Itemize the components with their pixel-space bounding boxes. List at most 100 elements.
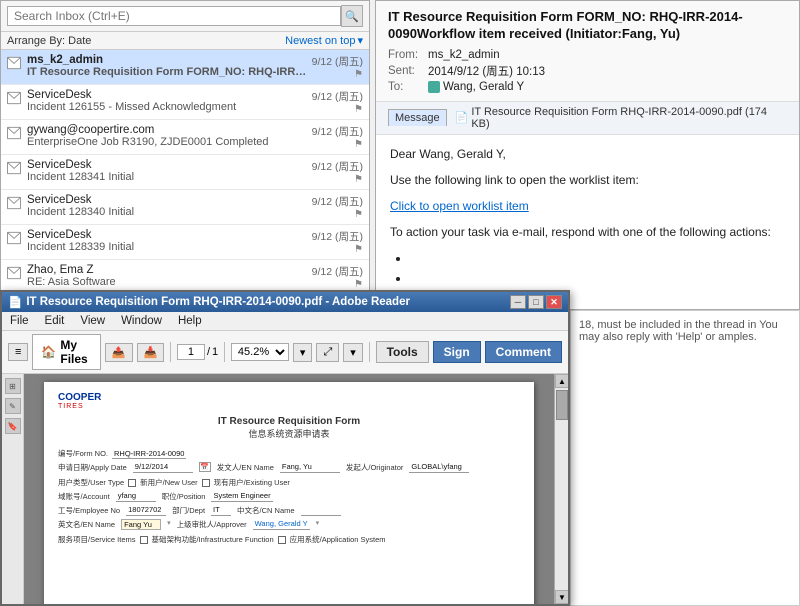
scroll-down-button[interactable]: ▼ <box>555 590 568 604</box>
scroll-track <box>555 388 568 590</box>
attachment-file[interactable]: 📄 IT Resource Requisition Form RHQ-IRR-2… <box>455 106 787 130</box>
approver-dropdown-icon: ▾ <box>316 519 320 530</box>
pdf-page: COOPER TIRES IT Resource Requisition For… <box>44 382 534 604</box>
email-list-item[interactable]: ServiceDesk Incident 128339 Initial 9/12… <box>1 225 369 260</box>
close-button[interactable]: ✕ <box>546 295 562 309</box>
adobe-menubar: File Edit View Window Help <box>2 312 568 331</box>
email-content: ServiceDesk Incident 128340 Initial <box>27 194 308 218</box>
sort-label: Newest on top <box>285 35 355 47</box>
email-greeting: Dear Wang, Gerald Y, <box>390 145 785 163</box>
cn-name-label: 中文名/CN Name <box>237 505 295 516</box>
approver-label: 上级审批人/Approver <box>177 519 247 530</box>
position-value: System Engineer <box>211 491 272 502</box>
email-envelope-icon <box>7 91 23 107</box>
tools-button[interactable]: Tools <box>376 341 429 363</box>
email-list-item[interactable]: ServiceDesk Incident 128340 Initial 9/12… <box>1 190 369 225</box>
adobe-title-text: IT Resource Requisition Form RHQ-IRR-201… <box>26 296 510 308</box>
message-tab[interactable]: Message <box>388 109 447 126</box>
originator-value: GLOBAL\yfang <box>409 462 469 473</box>
email-meta: 9/12 (周五) ⚑ <box>312 229 363 255</box>
apply-date-label: 申请日期/Apply Date <box>58 462 127 473</box>
service-item-2-label: 应用系统/Application System <box>290 534 386 545</box>
my-files-icon: 🏠 <box>41 345 56 359</box>
email-sender: ServiceDesk <box>27 89 308 101</box>
search-input[interactable] <box>7 6 341 26</box>
menu-view[interactable]: View <box>76 314 109 328</box>
email-title: IT Resource Requisition Form FORM_NO: RH… <box>388 9 787 43</box>
user-type-label: 用户类型/User Type <box>58 477 124 488</box>
flag-icon: ⚑ <box>354 139 363 150</box>
minimize-button[interactable]: ─ <box>510 295 526 309</box>
email-meta: 9/12 (周五) ⚑ <box>312 264 363 290</box>
upload-button[interactable]: 📤 <box>105 343 133 362</box>
email-meta: 9/12 (周五) ⚑ <box>312 194 363 220</box>
email-list: ms_k2_admin IT Resource Requisition Form… <box>1 50 369 309</box>
email-content: ServiceDesk Incident 128341 Initial <box>27 159 308 183</box>
email-list-item[interactable]: gywang@coopertire.com EnterpriseOne Job … <box>1 120 369 155</box>
sign-button[interactable]: Sign <box>433 341 481 363</box>
search-button[interactable]: 🔍 <box>341 5 363 27</box>
service-items-label: 服务项目/Service Items <box>58 534 136 545</box>
menu-edit[interactable]: Edit <box>41 314 69 328</box>
email-sender: ms_k2_admin <box>27 54 308 66</box>
worklist-link[interactable]: Click to open worklist item <box>390 199 529 213</box>
attachment-label: IT Resource Requisition Form RHQ-IRR-201… <box>471 106 787 130</box>
email-meta: 9/12 (周五) ⚑ <box>312 159 363 185</box>
pdf-employee-row: 工号/Employee No 18072702 部门/Dept IT 中文名/C… <box>58 505 520 516</box>
email-reading-pane: IT Resource Requisition Form FORM_NO: RH… <box>375 0 800 310</box>
email-envelope-icon <box>7 196 23 212</box>
menu-file[interactable]: File <box>6 314 33 328</box>
menu-window[interactable]: Window <box>117 314 166 328</box>
panel-icon-3[interactable]: 🔖 <box>5 418 21 434</box>
email-date: 9/12 (周五) <box>312 124 363 139</box>
pdf-viewer: COOPER TIRES IT Resource Requisition For… <box>24 374 554 604</box>
zoom-select[interactable]: 45.2% <box>231 343 289 361</box>
user-type-new-checkbox <box>128 479 136 487</box>
download-button[interactable]: 📥 <box>137 343 165 362</box>
chevron-down-icon: ▾ <box>357 34 363 47</box>
more-button[interactable]: ▾ <box>343 343 363 362</box>
email-subject: Incident 126155 - Missed Acknowledgment <box>27 101 308 113</box>
position-label: 职位/Position <box>162 491 206 502</box>
maximize-button[interactable]: □ <box>528 295 544 309</box>
flag-icon: ⚑ <box>354 104 363 115</box>
email-list-item[interactable]: ms_k2_admin IT Resource Requisition Form… <box>1 50 369 85</box>
panel-icon-2[interactable]: ✎ <box>5 398 21 414</box>
email-list-item[interactable]: ServiceDesk Incident 128341 Initial 9/12… <box>1 155 369 190</box>
email-sent-row: Sent: 2014/9/12 (周五) 10:13 <box>388 63 787 79</box>
pdf-main-title: IT Resource Requisition Form <box>58 416 520 427</box>
page-number-input[interactable] <box>177 344 205 360</box>
email-subject: Incident 128339 Initial <box>27 241 308 253</box>
email-date: 9/12 (周五) <box>312 229 363 244</box>
page-navigation: / 1 <box>177 344 218 360</box>
to-value: Wang, Gerald Y <box>443 81 524 93</box>
zoom-dropdown-button[interactable]: ▾ <box>293 343 313 362</box>
email-body: Dear Wang, Gerald Y, Use the following l… <box>376 135 799 309</box>
panel-icon-1[interactable]: ⊞ <box>5 378 21 394</box>
email-subject: Incident 128340 Initial <box>27 206 308 218</box>
pdf-date-row: 申请日期/Apply Date 9/12/2014 📅 发文人/EN Name … <box>58 462 520 473</box>
scroll-thumb[interactable] <box>556 390 568 420</box>
menu-help[interactable]: Help <box>174 314 206 328</box>
my-files-button[interactable]: 🏠 My Files <box>32 334 100 370</box>
toolbar-separator-3 <box>369 342 370 362</box>
initiator-label: 发文人/EN Name <box>217 462 274 473</box>
search-icon: 🔍 <box>345 10 359 23</box>
email-list-item[interactable]: ServiceDesk Incident 126155 - Missed Ack… <box>1 85 369 120</box>
service-item-2-checkbox <box>278 536 286 544</box>
email-line1: Use the following link to open the workl… <box>390 171 785 189</box>
email-content: Zhao, Ema Z RE: Asia Software <box>27 264 308 288</box>
service-item-1-label: 基础架构功能/Infrastructure Function <box>152 534 274 545</box>
toolbar-separator-1 <box>170 342 171 362</box>
scroll-up-button[interactable]: ▲ <box>555 374 568 388</box>
expand-button[interactable]: ⤢ <box>316 343 339 362</box>
email-envelope-icon <box>7 266 23 282</box>
email-sender: gywang@coopertire.com <box>27 124 308 136</box>
email-client-panel: 🔍 Arrange By: Date Newest on top ▾ ms_k2… <box>0 0 370 310</box>
hamburger-menu-button[interactable]: ≡ <box>8 343 28 361</box>
comment-button[interactable]: Comment <box>485 341 562 363</box>
sort-button[interactable]: Newest on top ▾ <box>285 34 363 47</box>
adobe-titlebar: 📄 IT Resource Requisition Form RHQ-IRR-2… <box>2 292 568 312</box>
employee-no-value: 18072702 <box>126 505 166 516</box>
initiator-value: Fang, Yu <box>280 462 340 473</box>
